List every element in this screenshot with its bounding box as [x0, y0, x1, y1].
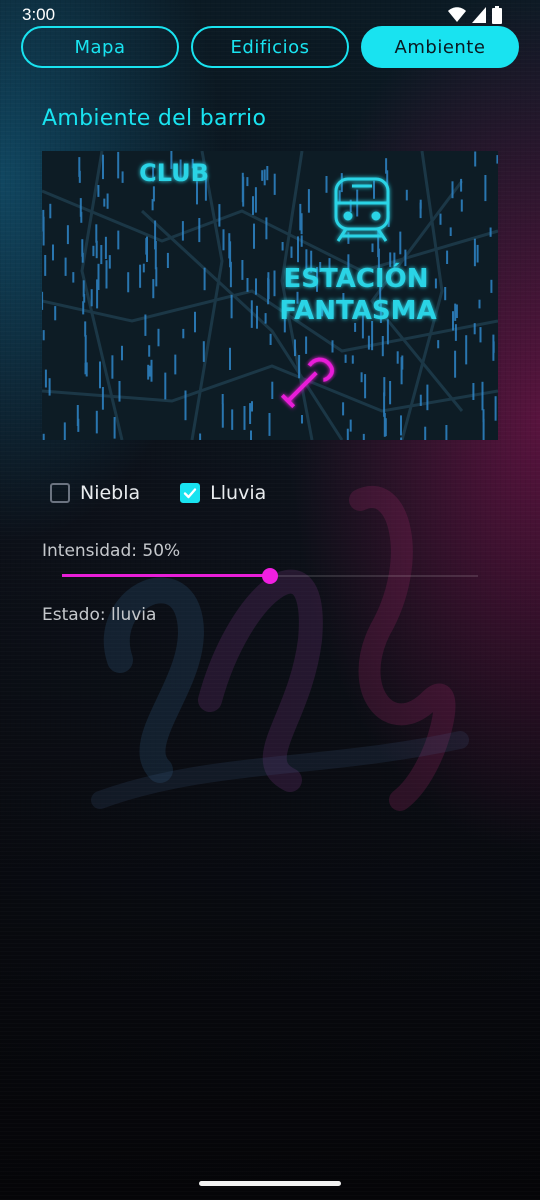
section-title: Ambiente del barrio: [42, 106, 267, 131]
lluvia-label: Lluvia: [210, 482, 267, 504]
neighborhood-map[interactable]: CLUB ESTACIÓN FANTASMA: [42, 151, 498, 440]
battery-icon: [492, 6, 502, 24]
slider-fill: [62, 574, 270, 577]
intensity-slider[interactable]: [62, 566, 478, 586]
niebla-checkbox[interactable]: [50, 483, 70, 503]
map-label-club: CLUB: [139, 159, 209, 187]
map-label-station-line1: ESTACIÓN: [284, 262, 429, 294]
slider-thumb[interactable]: [262, 568, 278, 584]
wifi-icon: [448, 7, 466, 22]
graffiti-tag-decoration: [91, 486, 469, 811]
home-indicator[interactable]: [199, 1181, 341, 1186]
intensity-label: Intensidad: 50%: [42, 541, 181, 561]
toggle-lluvia[interactable]: Lluvia: [180, 482, 266, 504]
tab-mapa[interactable]: Mapa: [21, 26, 179, 68]
signal-icon: [472, 7, 486, 23]
tab-ambiente[interactable]: Ambiente: [361, 26, 519, 68]
checkmark-icon: [183, 488, 197, 499]
toggle-niebla[interactable]: Niebla: [50, 482, 140, 504]
weather-toggles: Niebla Lluvia: [50, 478, 306, 508]
status-time: 3:00: [22, 5, 56, 24]
tab-bar: Mapa Edificios Ambiente: [21, 26, 519, 68]
niebla-label: Niebla: [80, 482, 141, 504]
map-label-station-line2: FANTASMA: [279, 296, 436, 326]
lluvia-checkbox[interactable]: [180, 483, 201, 503]
tab-edificios[interactable]: Edificios: [191, 26, 349, 68]
state-label: Estado: lluvia: [42, 605, 157, 625]
